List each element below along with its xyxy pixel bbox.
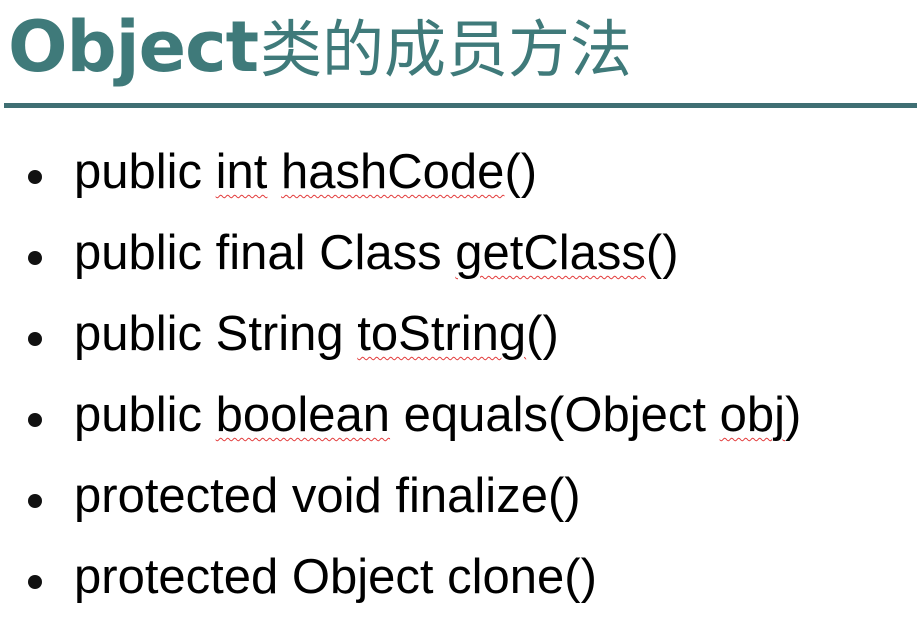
method-signature: public int hashCode() [74,142,537,202]
slide-title: Object 类的成员方法 [8,2,632,92]
signature-text: equals(Object [390,388,720,442]
spellcheck-flagged-word: getClass [455,226,646,280]
signature-text [267,145,281,199]
signature-text: public [74,388,216,442]
method-signature: protected void finalize() [74,466,581,526]
signature-text: protected Object clone() [74,550,597,604]
bullet-icon [28,494,42,508]
signature-text: public final Class [74,226,456,280]
title-english: Object [8,6,259,88]
signature-text: () [526,307,559,361]
method-signature: public final Class getClass() [74,223,679,283]
method-signature: public String toString() [74,304,559,364]
spellcheck-flagged-word: toString [357,307,527,361]
signature-text: public [74,145,216,199]
signature-text: () [504,145,538,199]
spellcheck-flagged-word: boolean [215,388,391,442]
bullet-icon [28,413,42,427]
bullet-icon [28,251,42,265]
title-divider [4,103,917,108]
signature-text: protected void finalize() [74,469,581,523]
spellcheck-flagged-word: obj [719,388,785,442]
spellcheck-flagged-word: int [215,145,268,199]
signature-text: public String [74,307,358,361]
bullet-icon [28,332,42,346]
bullet-icon [28,170,42,184]
method-signature: protected Object clone() [74,547,597,607]
spellcheck-flagged-word: hashCode [281,145,505,199]
signature-text: () [645,226,679,280]
bullet-icon [28,575,42,589]
method-signature: public boolean equals(Object obj) [74,385,801,445]
signature-text: ) [785,388,802,442]
title-chinese: 类的成员方法 [260,13,633,86]
slide: Object 类的成员方法 public int hashCode() publi… [0,0,917,607]
